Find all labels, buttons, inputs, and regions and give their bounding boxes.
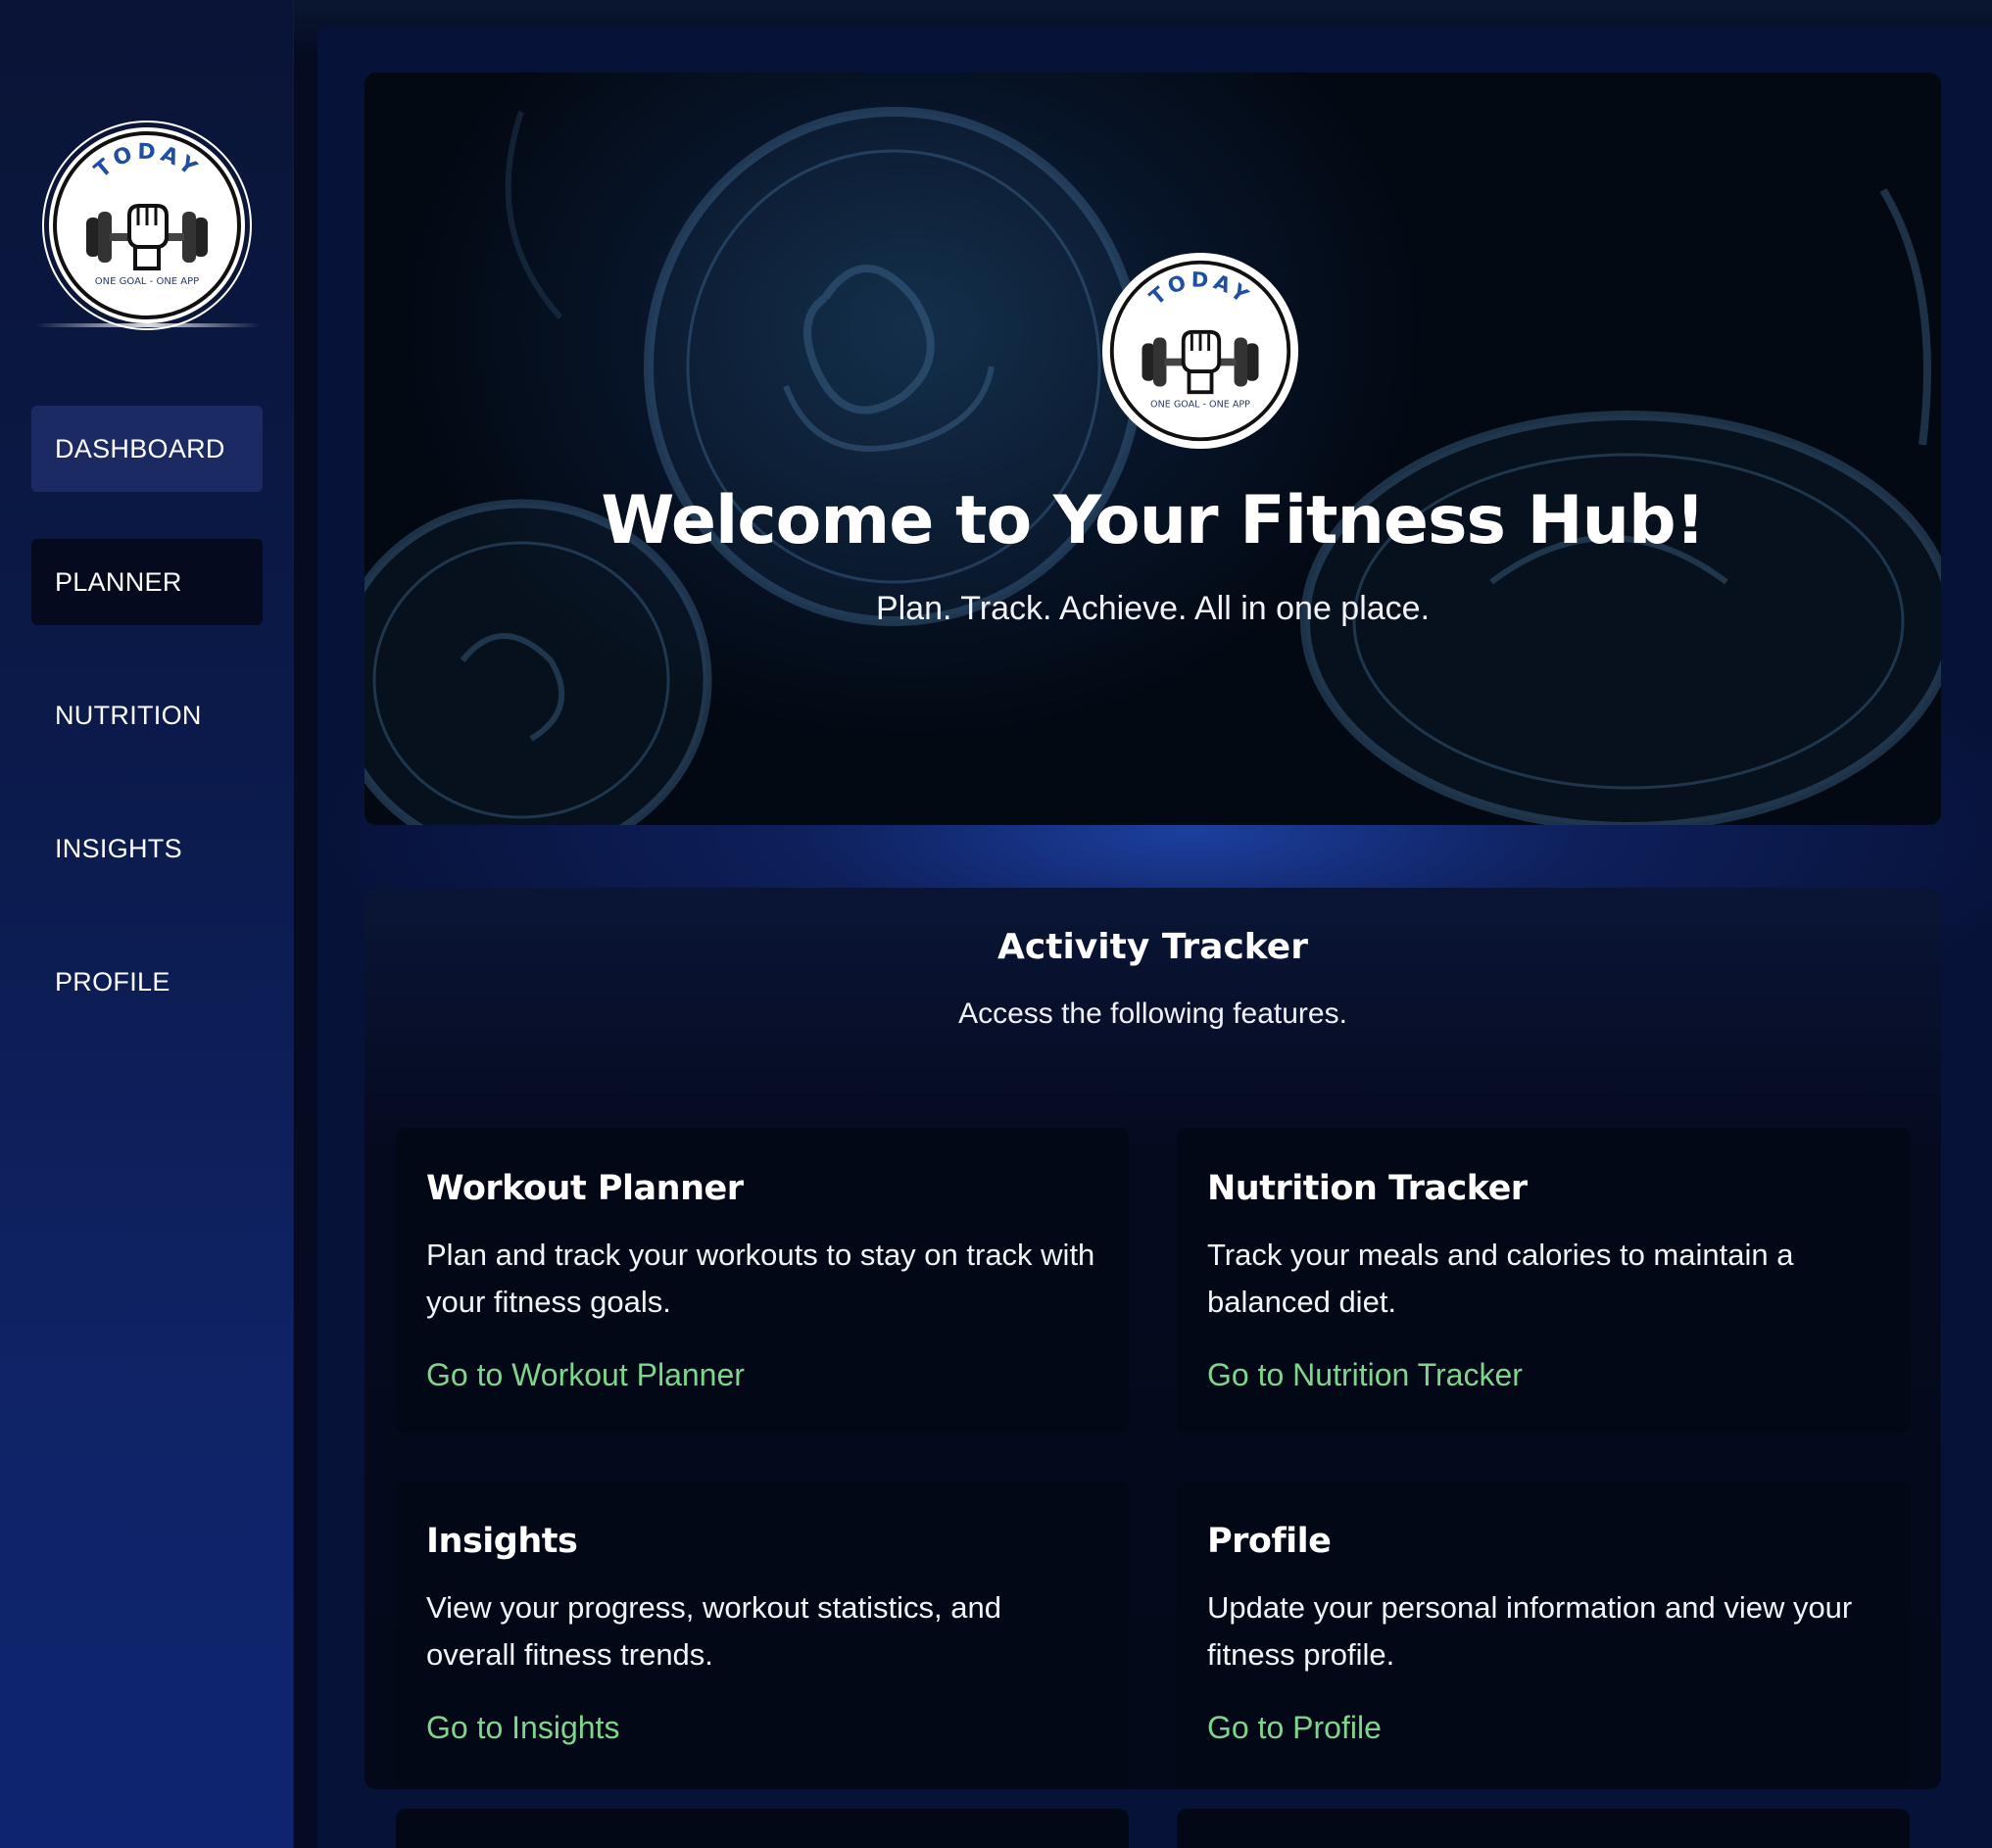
card-title: Nutrition Tracker: [1207, 1169, 1528, 1208]
dumbbell-fist-logo-icon: TODAY ONE GOAL - ONE APP: [1109, 260, 1291, 442]
sidebar-nav: DASHBOARD PLANNER NUTRITION INSIGHTS PRO…: [31, 406, 263, 1072]
partial-card-below: [396, 1809, 1129, 1848]
logo-bottom-text: ONE GOAL - ONE APP: [95, 276, 199, 287]
sidebar-item-planner[interactable]: PLANNER: [31, 539, 263, 625]
hero-subtitle: Plan. Track. Achieve. All in one place.: [875, 590, 1431, 627]
logo-bottom-text: ONE GOAL - ONE APP: [1150, 400, 1250, 411]
hero-banner: TODAY ONE GOAL - ONE APP Welcome to Your…: [364, 73, 1941, 825]
sidebar-item-insights[interactable]: INSIGHTS: [31, 805, 263, 892]
go-to-workout-planner-link[interactable]: Go to Workout Planner: [426, 1357, 745, 1393]
card-description: View your progress, workout statistics, …: [426, 1590, 1001, 1672]
dumbbell-fist-logo-icon: TODAY ONE GOAL - ONE APP: [53, 131, 241, 319]
go-to-profile-link[interactable]: Go to Profile: [1207, 1710, 1382, 1746]
feature-card-insights: Insights View your progress, workout sta…: [396, 1481, 1129, 1786]
sidebar-item-dashboard[interactable]: DASHBOARD: [31, 406, 263, 492]
card-description: Track your meals and calories to maintai…: [1207, 1238, 1794, 1319]
sidebar: TODAY ONE GOAL - ONE APP DASHBOARD PLANN: [0, 0, 294, 1848]
sidebar-item-nutrition[interactable]: NUTRITION: [31, 672, 263, 758]
hero-title: Welcome to Your Fitness Hub!: [601, 482, 1705, 559]
sidebar-item-profile[interactable]: PROFILE: [31, 939, 263, 1025]
main-content: TODAY ONE GOAL - ONE APP Welcome to Your…: [317, 27, 1992, 1848]
card-title: Workout Planner: [426, 1169, 744, 1208]
go-to-insights-link[interactable]: Go to Insights: [426, 1710, 619, 1746]
feature-card-profile: Profile Update your personal information…: [1177, 1481, 1910, 1786]
app-root: TODAY ONE GOAL - ONE APP DASHBOARD PLANN: [0, 0, 1992, 1848]
hero-logo: TODAY ONE GOAL - ONE APP: [1106, 257, 1294, 445]
go-to-nutrition-tracker-link[interactable]: Go to Nutrition Tracker: [1207, 1357, 1523, 1393]
feature-card-nutrition-tracker: Nutrition Tracker Track your meals and c…: [1177, 1128, 1910, 1434]
sidebar-divider: [35, 323, 261, 327]
feature-card-workout-planner: Workout Planner Plan and track your work…: [396, 1128, 1129, 1434]
partial-card-below: [1177, 1809, 1910, 1848]
card-description: Plan and track your workouts to stay on …: [426, 1238, 1095, 1319]
jellyfish-background-image: [364, 107, 1941, 825]
tracker-subtitle: Access the following features.: [958, 997, 1347, 1030]
activity-tracker-panel: Activity Tracker Access the following fe…: [364, 888, 1941, 1789]
tracker-title: Activity Tracker: [997, 927, 1308, 967]
sidebar-logo[interactable]: TODAY ONE GOAL - ONE APP: [49, 127, 245, 323]
card-title: Insights: [426, 1522, 578, 1561]
card-description: Update your personal information and vie…: [1207, 1590, 1853, 1672]
card-title: Profile: [1207, 1522, 1332, 1561]
